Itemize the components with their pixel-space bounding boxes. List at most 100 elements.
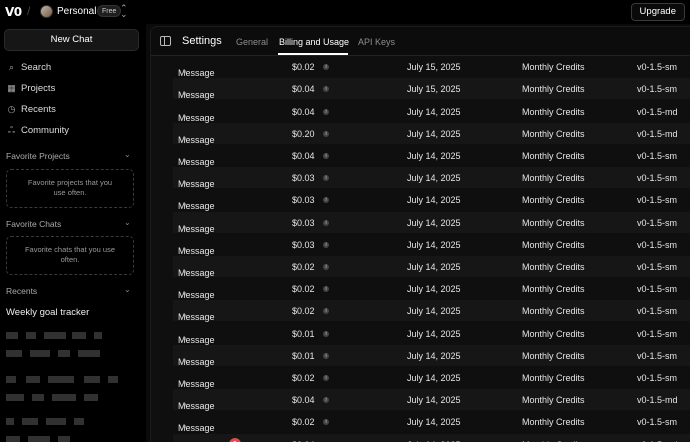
usage-model: v0-1.5-sm	[637, 84, 678, 95]
chevron-down-icon[interactable]: ⌄	[124, 150, 131, 159]
sidebar-item-label: Community	[21, 125, 70, 136]
info-icon[interactable]: i	[323, 286, 329, 293]
usage-model: v0-1.5-md	[637, 395, 678, 406]
usage-amount: $0.03	[292, 217, 315, 228]
external-link-icon: ↗	[180, 179, 187, 189]
table-row[interactable]: Message↗$0.04iJuly 14, 2025Monthly Credi…	[173, 145, 690, 167]
usage-date: July 14, 2025	[407, 373, 461, 383]
external-link-icon: ↗	[180, 356, 187, 366]
table-row[interactable]: Message ↗ $0.02 i July 14, 2025 Monthly Credi…	[173, 278, 690, 300]
usage-amount: $0.20	[292, 128, 315, 139]
info-icon[interactable]: i	[323, 264, 329, 270]
redacted-text	[108, 376, 118, 383]
workspace-name[interactable]: Personal	[57, 6, 96, 17]
info-icon[interactable]: i	[323, 130, 329, 137]
info-icon[interactable]: i	[323, 175, 329, 182]
info-icon[interactable]: i	[323, 397, 329, 404]
redacted-text	[74, 418, 84, 425]
usage-source: Monthly Credits	[522, 239, 585, 250]
tab-api-keys[interactable]: API Keys	[358, 37, 395, 47]
avatar[interactable]	[40, 5, 53, 18]
chevron-up-down-icon[interactable]: ⌃ ⌄	[120, 4, 128, 19]
usage-amount: $0.04	[292, 151, 315, 161]
new-chat-button[interactable]: New Chat	[4, 29, 139, 51]
search-icon: ⌕	[8, 62, 15, 72]
external-link-icon: ↗	[180, 290, 187, 300]
info-icon[interactable]: i	[323, 308, 329, 315]
table-row[interactable]: Message ↗ $0.01 i July 14, 2025 Monthly Credi…	[173, 344, 690, 367]
recents-header[interactable]: Recents ⌄	[6, 285, 131, 296]
favorite-projects-header[interactable]: Favorite Projects ⌄	[6, 150, 131, 161]
usage-amount: $0.02	[292, 262, 315, 272]
table-row[interactable]: Message ↗ $0.20 i July 14, 2025 Monthly Credi…	[173, 122, 690, 145]
usage-model: v0-1.5-sm	[637, 328, 678, 339]
external-link-icon: ↗	[180, 312, 187, 322]
recent-chat-item[interactable]: Weekly goal tracker	[6, 307, 89, 318]
table-row[interactable]: Message ↗ $0.02 i July 15, 2025 Monthly Credi…	[173, 56, 690, 78]
table-row[interactable]: Message ↗ $0.03 i July 14, 2025 Monthly Credi…	[173, 167, 690, 189]
sidebar-toggle-icon[interactable]	[160, 36, 171, 46]
info-icon[interactable]: i	[323, 86, 329, 93]
usage-amount: $0.04	[292, 84, 315, 95]
info-icon[interactable]: i	[323, 330, 329, 337]
usage-source: Monthly Credits	[522, 217, 585, 228]
usage-model: v0-1.5-md	[637, 106, 678, 117]
notification-badge[interactable]: 1	[229, 437, 241, 442]
info-icon[interactable]: i	[323, 419, 329, 426]
table-row[interactable]: Message ↗ $0.02 i July 14, 2025 Monthly Credi…	[173, 411, 690, 433]
info-icon[interactable]: i	[323, 375, 329, 381]
usage-date: July 14, 2025	[407, 395, 461, 406]
table-row[interactable]: Message ↗ $0.03 i July 14, 2025 Monthly Credi…	[173, 234, 690, 256]
info-icon[interactable]: i	[323, 64, 329, 71]
redacted-text	[72, 332, 86, 339]
redacted-text	[22, 418, 38, 425]
info-icon[interactable]: i	[323, 108, 329, 115]
usage-date: July 14, 2025	[407, 262, 461, 272]
redacted-text	[78, 350, 100, 357]
sidebar-item-projects[interactable]: ▦ Projects	[6, 80, 55, 96]
usage-amount: $0.03	[292, 195, 315, 206]
chevron-down-icon[interactable]: ⌄	[124, 218, 131, 227]
chevron-down-icon[interactable]: ⌄	[124, 285, 131, 294]
sidebar-item-search[interactable]: ⌕ Search	[6, 59, 51, 75]
sidebar-item-community[interactable]: ஃ Community	[6, 122, 69, 138]
redacted-text	[28, 436, 50, 442]
table-row[interactable]: Message↗$0.04iJuly 14, 2025Monthly Credi…	[173, 101, 690, 123]
table-row[interactable]: Message ↗ $0.04 i July 15, 2025 Monthly Credi…	[173, 78, 690, 100]
table-row[interactable]: Message↗$0.04iJuly 14, 2025Monthly Credi…	[173, 389, 690, 411]
table-row[interactable]: Message↗$0.04iJuly 14, 2025Monthly Credi…	[173, 433, 690, 442]
usage-amount: $0.04	[292, 106, 315, 117]
info-icon[interactable]: i	[323, 241, 329, 248]
external-link-icon: ↗	[180, 268, 187, 277]
favorite-chats-header[interactable]: Favorite Chats ⌄	[6, 218, 131, 229]
v0-logo[interactable]: V0	[5, 5, 22, 19]
table-row[interactable]: Message ↗ $0.03 i July 14, 2025 Monthly Credi…	[173, 189, 690, 211]
info-icon[interactable]: i	[323, 153, 329, 159]
redacted-text	[32, 394, 44, 401]
upgrade-button[interactable]: Upgrade	[630, 3, 685, 21]
usage-source: Monthly Credits	[522, 395, 585, 406]
table-row[interactable]: Message ↗ $0.01 i July 14, 2025 Monthly Credi…	[173, 323, 690, 345]
table-row[interactable]: Message ↗ $0.02 i July 14, 2025 Monthly Credi…	[173, 300, 690, 322]
external-link-icon: ↗	[180, 112, 187, 122]
table-row[interactable]: Message ↗ $0.03 i July 14, 2025 Monthly Credi…	[173, 211, 690, 234]
usage-date: July 15, 2025	[407, 62, 461, 73]
usage-source: Monthly Credits	[522, 350, 585, 361]
redacted-text	[58, 350, 70, 357]
info-icon[interactable]: i	[323, 197, 329, 204]
redacted-text	[30, 350, 50, 357]
redacted-text	[94, 332, 102, 339]
redacted-text	[6, 350, 22, 357]
table-row[interactable]: Message ↗ $0.02 i July 14, 2025 Monthly Credi…	[173, 367, 690, 389]
tab-billing-and-usage[interactable]: Billing and Usage	[279, 37, 349, 47]
table-row[interactable]: Message ↗ $0.02 i July 14, 2025 Monthly Credi…	[173, 256, 690, 278]
usage-source: Monthly Credits	[522, 128, 585, 139]
usage-amount: $0.01	[292, 350, 315, 361]
usage-amount: $0.03	[292, 239, 315, 250]
info-icon[interactable]: i	[323, 219, 329, 226]
tab-general[interactable]: General	[236, 37, 268, 47]
info-icon[interactable]: i	[323, 352, 329, 359]
sidebar-item-recents[interactable]: ◷ Recents	[6, 101, 56, 117]
usage-model: v0-1.5-md	[637, 128, 678, 139]
top-bar: V0 / Personal Free ⌃ ⌄ Upgrade	[0, 0, 690, 24]
